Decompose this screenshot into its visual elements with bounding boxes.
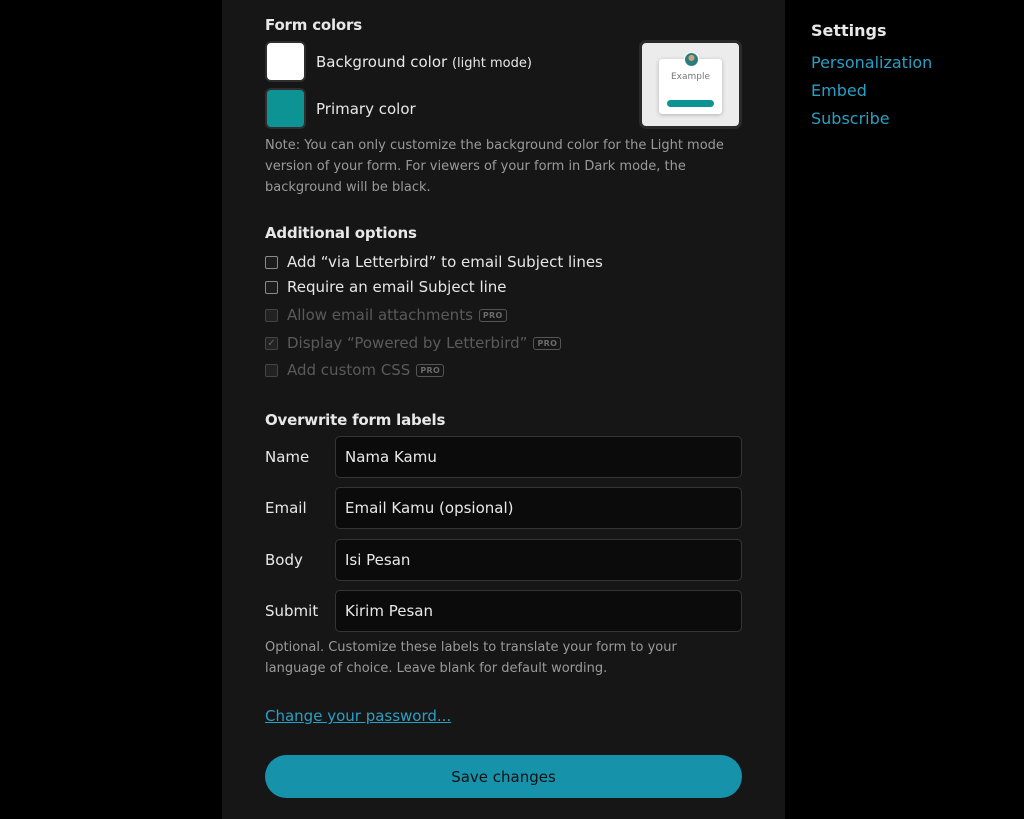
option-via-letterbird[interactable]: Add “via Letterbird” to email Subject li… bbox=[265, 253, 603, 271]
submit-input[interactable]: Kirim Pesan bbox=[335, 590, 742, 632]
option-label: Allow email attachments bbox=[287, 306, 473, 324]
change-password-link[interactable]: Change your password... bbox=[265, 707, 451, 725]
primary-color-row: Primary color bbox=[265, 88, 416, 129]
name-label: Name bbox=[265, 448, 310, 466]
option-label: Add “via Letterbird” to email Subject li… bbox=[287, 253, 603, 271]
name-field-row: Name Nama Kamu bbox=[265, 436, 742, 478]
form-preview: Example bbox=[639, 40, 742, 129]
form-colors-note: Note: You can only customize the backgro… bbox=[265, 138, 724, 195]
option-powered-by: ✓ Display “Powered by Letterbird” PRO bbox=[265, 334, 562, 352]
preview-card: Example bbox=[659, 52, 722, 114]
background-color-swatch[interactable] bbox=[265, 41, 306, 82]
body-label: Body bbox=[265, 551, 303, 569]
option-allow-attachments: Allow email attachments PRO bbox=[265, 306, 507, 324]
sidebar-link-embed[interactable]: Embed bbox=[811, 81, 867, 100]
background-color-label: Background color (light mode) bbox=[316, 53, 532, 71]
background-color-row: Background color (light mode) bbox=[265, 41, 532, 82]
pro-badge: PRO bbox=[416, 363, 445, 377]
name-input[interactable]: Nama Kamu bbox=[335, 436, 742, 478]
option-label: Require an email Subject line bbox=[287, 278, 507, 296]
email-label: Email bbox=[265, 499, 307, 517]
preview-example-text: Example bbox=[670, 72, 711, 82]
option-custom-css: Add custom CSS PRO bbox=[265, 361, 445, 379]
primary-color-label: Primary color bbox=[316, 99, 416, 118]
submit-field-row: Submit Kirim Pesan bbox=[265, 590, 742, 632]
form-colors-heading: Form colors bbox=[265, 16, 362, 34]
submit-label: Submit bbox=[265, 602, 319, 620]
option-label: Add custom CSS bbox=[287, 361, 411, 379]
email-input[interactable]: Email Kamu (opsional) bbox=[335, 487, 742, 529]
additional-options-heading: Additional options bbox=[265, 224, 417, 242]
checkbox: ✓ bbox=[265, 336, 278, 350]
light-mode-qualifier: (light mode) bbox=[451, 55, 532, 71]
body-field-row: Body Isi Pesan bbox=[265, 539, 742, 581]
overwrite-labels-heading: Overwrite form labels bbox=[265, 411, 446, 429]
checkbox[interactable] bbox=[265, 255, 278, 269]
avatar bbox=[684, 52, 699, 67]
body-input[interactable]: Isi Pesan bbox=[335, 539, 742, 581]
checkbox[interactable] bbox=[265, 280, 278, 294]
primary-color-swatch[interactable] bbox=[265, 88, 306, 129]
background-color-label-text: Background color bbox=[316, 52, 448, 71]
save-button[interactable]: Save changes bbox=[265, 755, 742, 798]
pro-badge: PRO bbox=[533, 336, 562, 350]
option-require-subject[interactable]: Require an email Subject line bbox=[265, 278, 507, 296]
sidebar-link-personalization[interactable]: Personalization bbox=[811, 53, 932, 72]
sidebar-title: Settings bbox=[811, 21, 887, 40]
checkbox bbox=[265, 308, 278, 322]
sidebar-link-subscribe[interactable]: Subscribe bbox=[811, 109, 890, 128]
email-field-row: Email Email Kamu (opsional) bbox=[265, 487, 742, 529]
preview-button bbox=[667, 100, 714, 107]
option-label: Display “Powered by Letterbird” bbox=[287, 334, 528, 352]
pro-badge: PRO bbox=[478, 308, 507, 322]
labels-note: Optional. Customize these labels to tran… bbox=[265, 640, 677, 676]
settings-panel: Form colors Background color (light mode… bbox=[222, 0, 785, 819]
checkbox bbox=[265, 363, 278, 377]
